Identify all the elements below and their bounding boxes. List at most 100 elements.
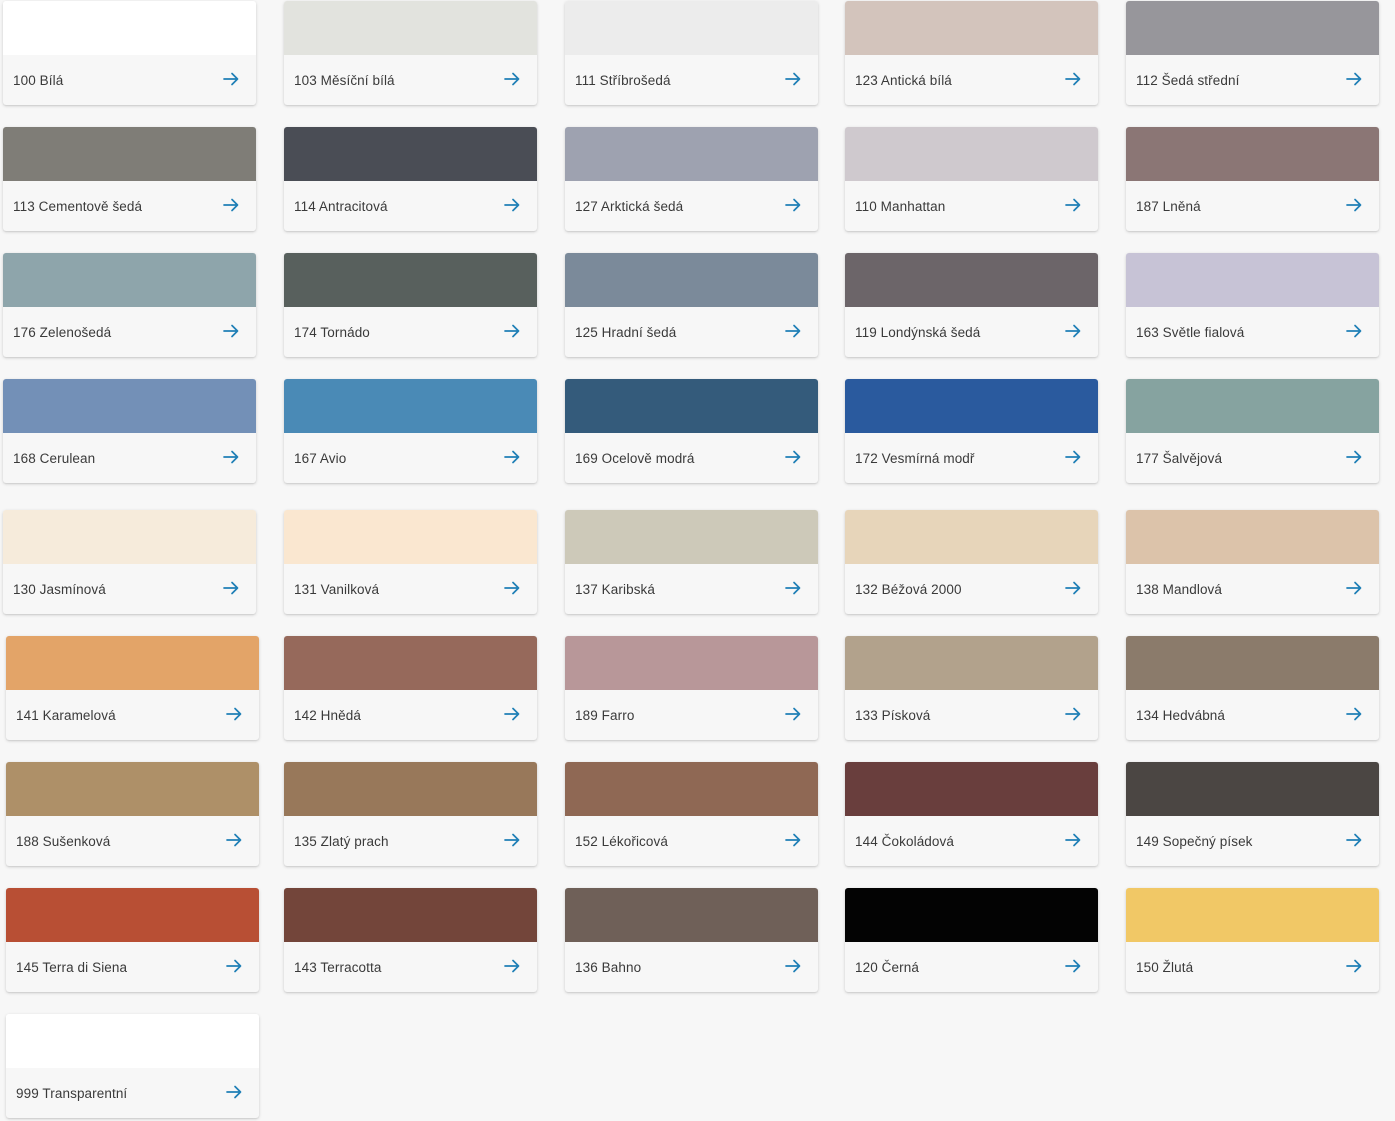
color-swatch [845,888,1098,942]
color-grid: 100 Bílá 103 Měsíční bílá 111 Stříbrošedá 1… [0,0,1395,1121]
arrow-right-icon[interactable] [1345,705,1363,723]
color-swatch [3,379,256,433]
color-swatch [284,379,537,433]
color-swatch [284,888,537,942]
arrow-right-icon[interactable] [1064,579,1082,597]
arrow-right-icon[interactable] [1345,579,1363,597]
arrow-right-icon[interactable] [1345,322,1363,340]
arrow-right-icon[interactable] [784,579,802,597]
arrow-right-icon[interactable] [222,579,240,597]
arrow-right-icon[interactable] [1064,70,1082,88]
color-card[interactable]: 999 Transparentní [6,1014,259,1118]
color-name: 142 Hnědá [294,708,361,723]
color-card[interactable]: 110 Manhattan [845,127,1098,231]
arrow-right-icon[interactable] [1345,831,1363,849]
color-card[interactable]: 111 Stříbrošedá [565,1,818,105]
color-card[interactable]: 123 Antická bílá [845,1,1098,105]
color-card[interactable]: 163 Světle fialová [1126,253,1379,357]
color-card[interactable]: 100 Bílá [3,1,256,105]
arrow-right-icon[interactable] [222,448,240,466]
color-card[interactable]: 125 Hradní šedá [565,253,818,357]
color-card[interactable]: 143 Terracotta [284,888,537,992]
arrow-right-icon[interactable] [503,322,521,340]
arrow-right-icon[interactable] [1064,322,1082,340]
color-name: 111 Stříbrošedá [575,73,671,88]
arrow-right-icon[interactable] [225,1083,243,1101]
color-card[interactable]: 168 Cerulean [3,379,256,483]
arrow-right-icon[interactable] [503,196,521,214]
arrow-right-icon[interactable] [222,70,240,88]
arrow-right-icon[interactable] [225,705,243,723]
color-card[interactable]: 135 Zlatý prach [284,762,537,866]
color-card[interactable]: 144 Čokoládová [845,762,1098,866]
color-name: 150 Žlutá [1136,960,1194,975]
color-card[interactable]: 130 Jasmínová [3,510,256,614]
arrow-right-icon[interactable] [784,196,802,214]
arrow-right-icon[interactable] [784,448,802,466]
color-card[interactable]: 133 Písková [845,636,1098,740]
arrow-right-icon[interactable] [1064,831,1082,849]
arrow-right-icon[interactable] [1064,196,1082,214]
arrow-right-icon[interactable] [784,957,802,975]
arrow-right-icon[interactable] [503,831,521,849]
arrow-right-icon[interactable] [222,322,240,340]
color-card[interactable]: 176 Zelenošedá [3,253,256,357]
arrow-right-icon[interactable] [784,831,802,849]
arrow-right-icon[interactable] [503,957,521,975]
arrow-right-icon[interactable] [784,705,802,723]
color-card[interactable]: 131 Vanilková [284,510,537,614]
color-swatch [1126,888,1379,942]
color-name: 135 Zlatý prach [294,834,389,849]
color-card[interactable]: 137 Karibská [565,510,818,614]
color-card[interactable]: 132 Béžová 2000 [845,510,1098,614]
color-card[interactable]: 136 Bahno [565,888,818,992]
color-card[interactable]: 150 Žlutá [1126,888,1379,992]
arrow-right-icon[interactable] [1345,196,1363,214]
arrow-right-icon[interactable] [222,196,240,214]
color-card[interactable]: 138 Mandlová [1126,510,1379,614]
arrow-right-icon[interactable] [225,831,243,849]
color-card[interactable]: 145 Terra di Siena [6,888,259,992]
arrow-right-icon[interactable] [503,705,521,723]
color-name: 169 Ocelově modrá [575,451,695,466]
color-name: 125 Hradní šedá [575,325,677,340]
arrow-right-icon[interactable] [784,322,802,340]
color-card[interactable]: 119 Londýnská šedá [845,253,1098,357]
color-card[interactable]: 112 Šedá střední [1126,1,1379,105]
color-card[interactable]: 169 Ocelově modrá [565,379,818,483]
arrow-right-icon[interactable] [784,70,802,88]
arrow-right-icon[interactable] [1345,70,1363,88]
arrow-right-icon[interactable] [1345,957,1363,975]
color-card[interactable]: 120 Černá [845,888,1098,992]
color-card[interactable]: 149 Sopečný písek [1126,762,1379,866]
color-card[interactable]: 141 Karamelová [6,636,259,740]
color-swatch [565,636,818,690]
color-card[interactable]: 152 Lékořicová [565,762,818,866]
color-card[interactable]: 142 Hnědá [284,636,537,740]
arrow-right-icon[interactable] [503,448,521,466]
color-card[interactable]: 113 Cementově šedá [3,127,256,231]
color-card[interactable]: 187 Lněná [1126,127,1379,231]
color-swatch [565,127,818,181]
color-card[interactable]: 167 Avio [284,379,537,483]
arrow-right-icon[interactable] [503,70,521,88]
arrow-right-icon[interactable] [1064,705,1082,723]
color-card[interactable]: 177 Šalvějová [1126,379,1379,483]
color-name: 144 Čokoládová [855,834,954,849]
arrow-right-icon[interactable] [225,957,243,975]
color-card[interactable]: 174 Tornádo [284,253,537,357]
color-card[interactable]: 103 Měsíční bílá [284,1,537,105]
arrow-right-icon[interactable] [503,579,521,597]
color-card[interactable]: 134 Hedvábná [1126,636,1379,740]
color-card[interactable]: 127 Arktická šedá [565,127,818,231]
arrow-right-icon[interactable] [1345,448,1363,466]
color-name: 114 Antracitová [294,199,388,214]
color-card[interactable]: 172 Vesmírná modř [845,379,1098,483]
color-card[interactable]: 189 Farro [565,636,818,740]
color-card[interactable]: 114 Antracitová [284,127,537,231]
arrow-right-icon[interactable] [1064,448,1082,466]
color-card[interactable]: 188 Sušenková [6,762,259,866]
color-name: 177 Šalvějová [1136,451,1223,466]
arrow-right-icon[interactable] [1064,957,1082,975]
color-swatch [845,510,1098,564]
